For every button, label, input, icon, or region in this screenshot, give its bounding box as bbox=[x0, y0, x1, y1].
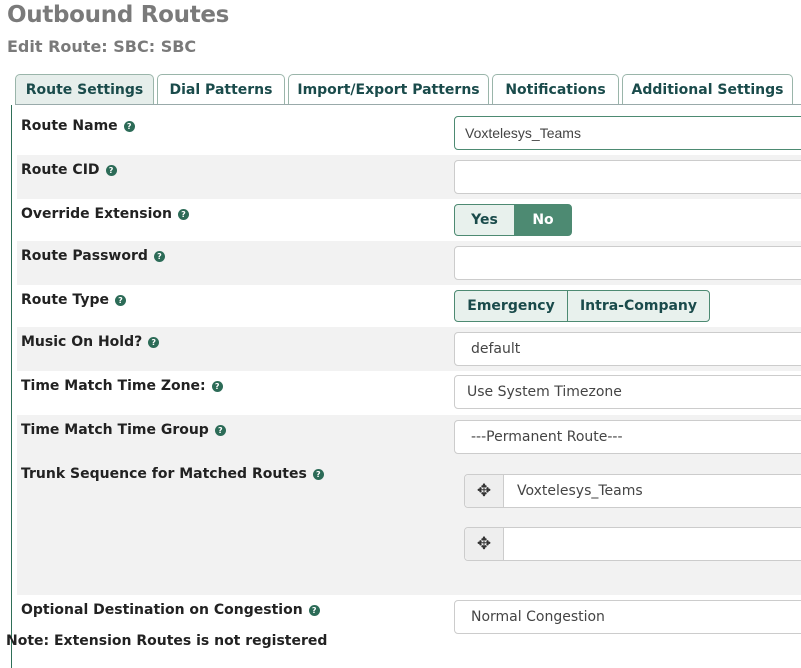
route-cid-input[interactable] bbox=[454, 160, 801, 194]
route-name-label: Route Name? bbox=[21, 118, 135, 134]
override-extension-toggle: Yes No bbox=[454, 204, 572, 236]
registration-note: Note: Extension Routes is not registered bbox=[6, 633, 328, 649]
tab-bar: Route Settings Dial Patterns Import/Expo… bbox=[15, 74, 801, 105]
override-no-button[interactable]: No bbox=[514, 204, 572, 236]
route-password-input[interactable] bbox=[454, 246, 801, 280]
help-icon[interactable]: ? bbox=[308, 605, 320, 616]
drag-handle-icon[interactable]: ✥ bbox=[465, 475, 504, 507]
override-extension-label: Override Extension? bbox=[21, 206, 189, 222]
trunk-item[interactable]: ✥ bbox=[464, 527, 801, 561]
help-icon[interactable]: ? bbox=[123, 121, 135, 132]
page-subtitle: Edit Route: SBC: SBC bbox=[7, 37, 197, 56]
time-zone-select[interactable]: Use System Timezone bbox=[454, 375, 801, 409]
tab-route-settings[interactable]: Route Settings bbox=[15, 74, 154, 105]
tab-additional-settings[interactable]: Additional Settings bbox=[622, 74, 793, 104]
override-yes-button[interactable]: Yes bbox=[454, 204, 515, 236]
route-type-toggle: Emergency Intra-Company bbox=[454, 290, 710, 322]
time-zone-label: Time Match Time Zone:? bbox=[21, 378, 223, 394]
music-on-hold-select[interactable]: default bbox=[454, 332, 801, 366]
panel-border bbox=[11, 105, 12, 668]
help-icon[interactable]: ? bbox=[153, 251, 165, 262]
route-cid-label: Route CID? bbox=[21, 162, 117, 178]
help-icon[interactable]: ? bbox=[105, 165, 117, 176]
tab-divider bbox=[15, 104, 801, 105]
emergency-button[interactable]: Emergency bbox=[454, 290, 568, 322]
time-group-label: Time Match Time Group? bbox=[21, 422, 226, 438]
drag-handle-icon[interactable]: ✥ bbox=[465, 528, 504, 560]
help-icon[interactable]: ? bbox=[312, 469, 324, 480]
route-password-label: Route Password? bbox=[21, 248, 165, 264]
page-title: Outbound Routes bbox=[7, 2, 230, 28]
congestion-label: Optional Destination on Congestion? bbox=[21, 602, 320, 618]
trunk-sequence-label: Trunk Sequence for Matched Routes? bbox=[21, 466, 324, 482]
help-icon[interactable]: ? bbox=[214, 425, 226, 436]
route-type-label: Route Type? bbox=[21, 292, 126, 308]
trunk-item[interactable]: ✥ Voxtelesys_Teams bbox=[464, 474, 801, 508]
route-name-input[interactable] bbox=[454, 116, 801, 150]
tab-notifications[interactable]: Notifications bbox=[492, 74, 619, 104]
tab-dial-patterns[interactable]: Dial Patterns bbox=[157, 74, 285, 104]
help-icon[interactable]: ? bbox=[178, 209, 189, 220]
music-on-hold-label: Music On Hold?? bbox=[21, 334, 160, 350]
trunk-name: Voxtelesys_Teams bbox=[517, 483, 643, 499]
help-icon[interactable]: ? bbox=[114, 295, 126, 306]
override-extension-row: Override Extension? bbox=[17, 199, 801, 241]
time-group-select[interactable]: ---Permanent Route--- bbox=[454, 420, 801, 454]
help-icon[interactable]: ? bbox=[148, 337, 160, 348]
tab-import-export-patterns[interactable]: Import/Export Patterns bbox=[288, 74, 489, 104]
help-icon[interactable]: ? bbox=[211, 381, 223, 392]
intra-company-button[interactable]: Intra-Company bbox=[567, 290, 710, 322]
congestion-select[interactable]: Normal Congestion bbox=[454, 600, 801, 634]
